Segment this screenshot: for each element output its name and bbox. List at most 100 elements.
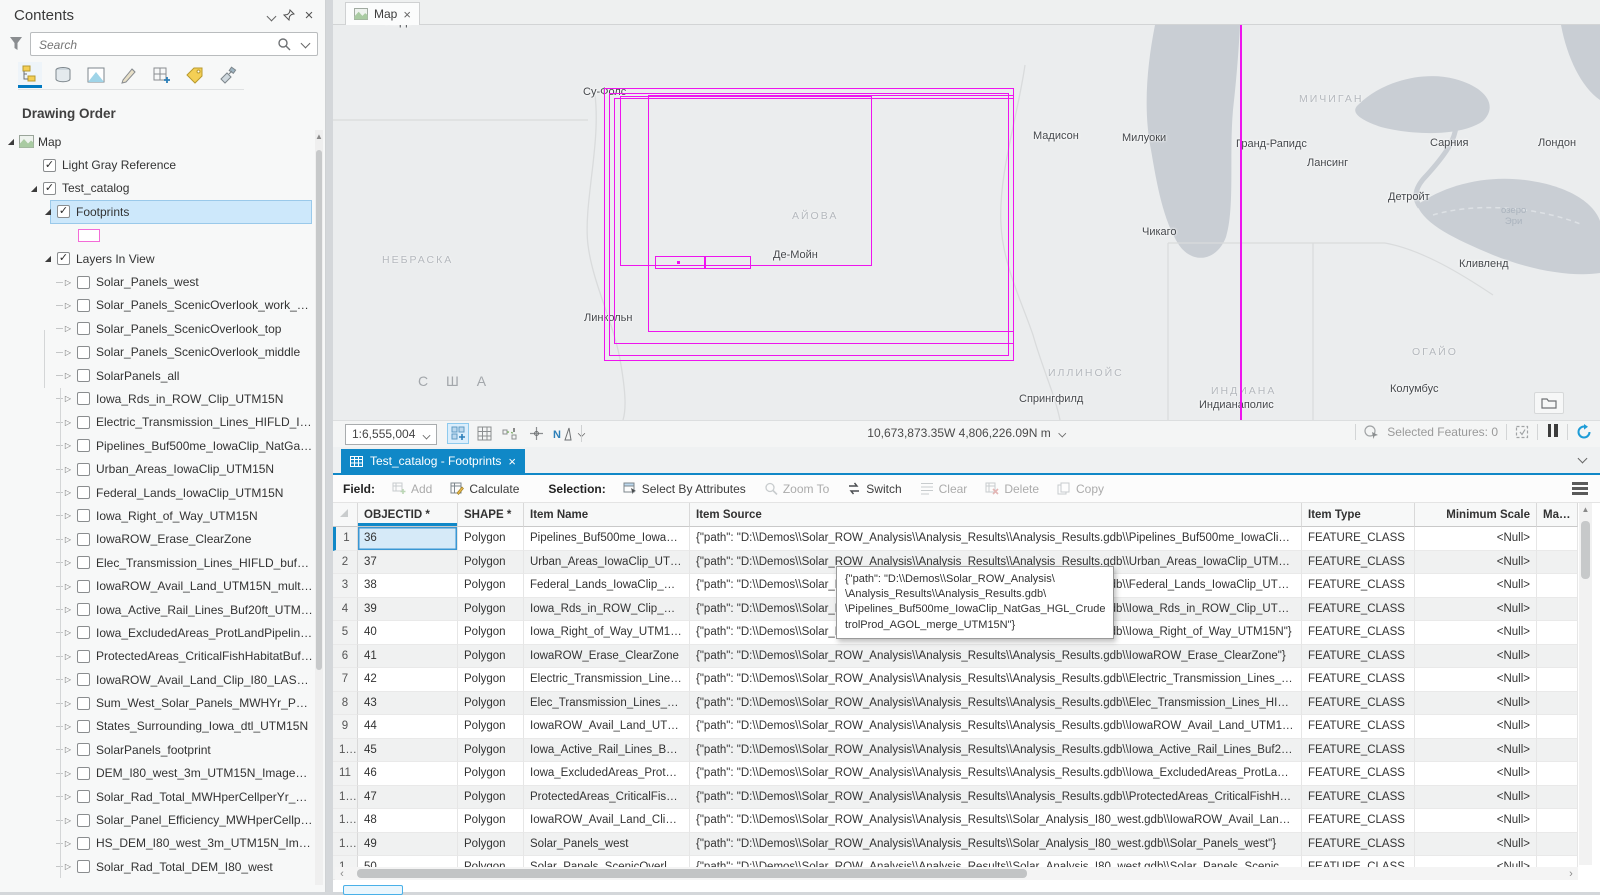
map-view-tab[interactable]: Map × (345, 2, 420, 25)
layer-item-solar_panels_scenicoverlook_top[interactable]: ▷ Solar_Panels_ScenicOverlook_top (0, 317, 314, 340)
column-header-objectid-[interactable]: OBJECTID * (358, 503, 458, 527)
filter-icon[interactable] (8, 35, 24, 58)
crosshair-icon[interactable] (525, 423, 547, 444)
close-icon[interactable]: × (301, 8, 317, 25)
contents-tab-snapping-icon[interactable] (150, 62, 174, 88)
table-row-13[interactable]: 1348PolygonIowaROW_Avail_Land_Clip_I80_L… (333, 809, 1578, 833)
catalog-flyout-button[interactable] (1534, 392, 1564, 414)
layer-item-solar_panels_scenicoverlook_work_bottom[interactable]: ▷ Solar_Panels_ScenicOverlook_work_Bottom (0, 294, 314, 317)
expand-icon[interactable]: ▷ (62, 465, 74, 474)
table-row-9[interactable]: 944PolygonIowaROW_Avail_Land_UTM15N_mult… (333, 715, 1578, 739)
expand-icon[interactable]: ▷ (62, 558, 74, 567)
column-header-item-source[interactable]: Item Source (690, 503, 1302, 527)
layer-visibility-checkbox[interactable] (77, 813, 90, 827)
expand-icon[interactable]: ▷ (62, 628, 74, 637)
switch-button[interactable]: Switch (840, 479, 908, 499)
layer-item-sum_west_solar_panels_mwhyr_peaksun[interactable]: ▷ Sum_West_Solar_Panels_MWHYr_PeakSun (0, 691, 314, 714)
expand-icon[interactable]: ▷ (62, 441, 74, 450)
layer-item-light gray reference[interactable]: ✓ Light Gray Reference (0, 153, 314, 176)
layer-visibility-checkbox[interactable] (77, 345, 90, 359)
layer-item-layers in view[interactable]: ◢ ✓ Layers In View (0, 247, 314, 270)
panel-options-chevron-icon[interactable] (263, 9, 279, 25)
zoom-to-button[interactable]: Zoom To (757, 479, 836, 499)
expand-icon[interactable]: ▷ (62, 745, 74, 754)
search-input[interactable] (39, 36, 269, 53)
pause-drawing-icon[interactable] (1546, 424, 1559, 440)
layer-item-iowa_rds_in_row_clip_utm15n[interactable]: ▷ Iowa_Rds_in_ROW_Clip_UTM15N (0, 387, 314, 410)
layer-item-iowarow_erase_clearzone[interactable]: ▷ IowaROW_Erase_ClearZone (0, 528, 314, 551)
layer-item-states_surrounding_iowa_dtl_utm15n[interactable]: ▷ States_Surrounding_Iowa_dtl_UTM15N (0, 715, 314, 738)
layer-visibility-checkbox[interactable] (77, 860, 90, 874)
column-header-item-name[interactable]: Item Name (524, 503, 690, 527)
grid-icon[interactable] (473, 423, 495, 444)
layer-item-footprints[interactable]: ◢ ✓ Footprints (0, 200, 314, 224)
footprint-symbol-swatch[interactable] (78, 228, 100, 242)
snapping-icon[interactable] (499, 423, 521, 444)
column-header-item-type[interactable]: Item Type (1302, 503, 1415, 527)
layer-item-solar_panel_efficiency_mwhpercellperyr[interactable]: ▷ Solar_Panel_Efficiency_MWHperCellperYr (0, 808, 314, 831)
table-menu-icon[interactable] (1572, 482, 1588, 497)
layer-item-solar_panels_scenicoverlook_middle[interactable]: ▷ Solar_Panels_ScenicOverlook_middle (0, 341, 314, 364)
search-options-chevron-icon[interactable] (300, 38, 311, 49)
layer-visibility-checkbox[interactable] (77, 275, 90, 289)
layer-visibility-checkbox[interactable]: ✓ (57, 252, 70, 266)
layer-item-federal_lands_iowaclip_utm15n[interactable]: ▷ Federal_Lands_IowaClip_UTM15N (0, 481, 314, 504)
layer-item-solar_rad_total_mwhpercellperyr_las_i80[interactable]: ▷ Solar_Rad_Total_MWHperCellperYr_LAS_I80 (0, 785, 314, 808)
layer-visibility-checkbox[interactable] (77, 673, 90, 687)
selection-box-icon[interactable] (1515, 425, 1529, 439)
layer-visibility-checkbox[interactable] (77, 649, 90, 663)
layer-visibility-checkbox[interactable] (77, 415, 90, 429)
table-row-6[interactable]: 6 41 Polygon IowaROW_Erase_ClearZone {"path"… (333, 644, 1578, 668)
layer-visibility-checkbox[interactable] (77, 766, 90, 780)
layer-visibility-checkbox[interactable] (77, 579, 90, 593)
layer-visibility-checkbox[interactable]: ✓ (57, 205, 70, 219)
layer-item-hs_dem_i80_west_3m_utm15n_imageservice[interactable]: ▷ HS_DEM_I80_west_3m_UTM15N_ImageService (0, 832, 314, 855)
expand-icon[interactable]: ▷ (62, 839, 74, 848)
expand-icon[interactable]: ▷ (62, 394, 74, 403)
expand-icon[interactable]: ▷ (62, 675, 74, 684)
grid-overlay-toggle-icon[interactable] (447, 423, 469, 444)
contents-tab-imagery-icon[interactable] (216, 62, 240, 88)
layer-visibility-checkbox[interactable] (77, 509, 90, 523)
layer-item-solar_panels_west[interactable]: ▷ Solar_Panels_west (0, 270, 314, 293)
layer-visibility-checkbox[interactable] (77, 462, 90, 476)
collapse-icon[interactable]: ◢ (42, 254, 54, 263)
map-canvas[interactable]: НЕБРАСКА АЙОВА МИЧИГАН ИЛЛИНОЙС ИНДИАНА ОГАЙО… (333, 25, 1600, 420)
layer-item-iowarow_avail_land_clip_i80_las_utm15n[interactable]: ▷ IowaROW_Avail_Land_Clip_I80_LAS_UTM15N (0, 668, 314, 691)
layer-visibility-checkbox[interactable] (77, 486, 90, 500)
expand-icon[interactable]: ▷ (62, 301, 74, 310)
layer-visibility-checkbox[interactable] (77, 392, 90, 406)
layer-visibility-checkbox[interactable] (77, 743, 90, 757)
record-navigation-stub[interactable] (343, 885, 403, 895)
layer-visibility-checkbox[interactable] (77, 626, 90, 640)
layer-item-elec_transmission_lines_hifld_buf5mi_utm15n[interactable]: ▷ Elec_Transmission_Lines_HIFLD_buf5mi_UT… (0, 551, 314, 574)
layer-item-iowarow_avail_land_utm15n_multipart[interactable]: ▷ IowaROW_Avail_Land_UTM15N_multipart (0, 574, 314, 597)
add-button[interactable]: Add (385, 479, 439, 499)
expand-icon[interactable]: ▷ (62, 769, 74, 778)
layer-visibility-checkbox[interactable] (77, 556, 90, 570)
layer-visibility-checkbox[interactable] (77, 603, 90, 616)
search-icon[interactable] (277, 37, 291, 56)
expand-icon[interactable]: ▷ (62, 418, 74, 427)
column-header-maxim[interactable]: Maxim (1537, 503, 1578, 527)
layer-visibility-checkbox[interactable] (77, 439, 90, 453)
contents-tab-selection-icon[interactable] (84, 62, 108, 88)
select-by-attributes-button[interactable]: Select By Attributes (616, 479, 753, 499)
layer-visibility-checkbox[interactable] (77, 836, 90, 850)
map-scale-combo[interactable]: 1:6,555,004 (345, 424, 437, 445)
calculate-button[interactable]: Calculate (443, 479, 526, 499)
expand-icon[interactable]: ▷ (62, 862, 74, 871)
layer-item-electric_transmission_lines_hifld_iowa_clip[interactable]: ▷ Electric_Transmission_Lines_HIFLD_Iowa_… (0, 411, 314, 434)
coordinate-readout[interactable]: 10,673,873.35W 4,806,226.09N m (867, 426, 1067, 440)
collapse-icon[interactable]: ◢ (28, 184, 40, 193)
delete-button[interactable]: Delete (978, 479, 1046, 499)
column-header-row-selector[interactable] (333, 503, 358, 527)
expand-icon[interactable]: ▷ (62, 816, 74, 825)
layer-item-iowa_active_rail_lines_buf20ft_utm15n_clip[interactable]: ▷ Iowa_Active_Rail_Lines_Buf20ft_UTM15N_c… (0, 598, 314, 621)
table-tab[interactable]: Test_catalog - Footprints × (341, 449, 525, 473)
contents-tab-editing-icon[interactable] (117, 62, 141, 88)
table-row-8[interactable]: 843PolygonElec_Transmission_Lines_HIFLD_… (333, 691, 1578, 715)
layer-visibility-checkbox[interactable] (77, 298, 90, 312)
expand-icon[interactable]: ▷ (62, 535, 74, 544)
layer-item-test_catalog[interactable]: ◢ ✓ Test_catalog (0, 177, 314, 200)
